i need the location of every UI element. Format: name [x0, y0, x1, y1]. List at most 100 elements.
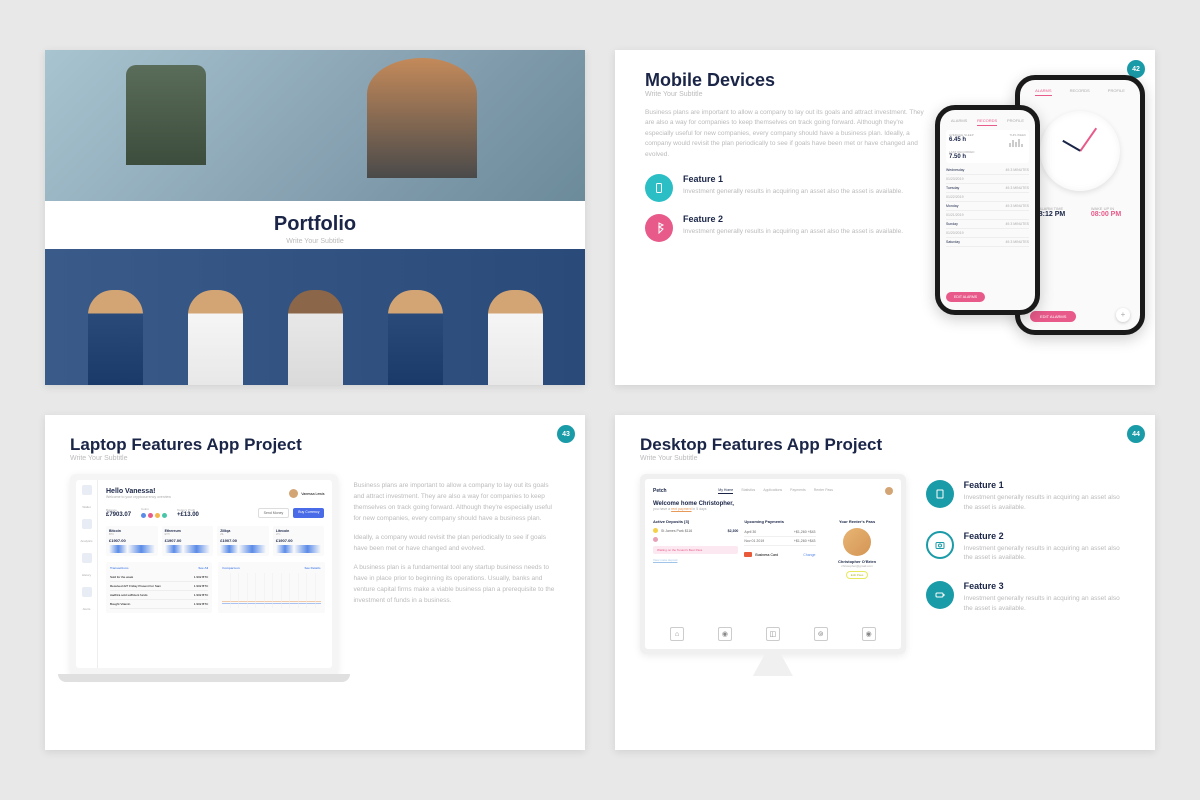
tab-renter-pass: Renter Pass	[814, 488, 833, 494]
body-paragraph: A business plan is a fundamental tool an…	[353, 562, 560, 606]
payments-column: Upcoming Payments April 30+$1,260 +$43 N…	[744, 519, 815, 579]
camera-icon: ◉	[718, 627, 732, 641]
slide-subtitle: Write Your Subtitle	[645, 91, 925, 98]
send-money-button: Send Money	[258, 508, 290, 518]
welcome-block: Welcome home Christopher, you have a ren…	[653, 501, 893, 511]
feature-body: Investment generally results in acquirin…	[683, 187, 903, 197]
coin-card: LitecoinLTC£1907.00	[273, 526, 325, 556]
renter-avatar	[843, 528, 871, 556]
sidebar: Wallet Analytics History Alerts	[76, 480, 98, 668]
body-paragraph: Ideally, a company would revisit the pla…	[353, 532, 560, 554]
avatar	[289, 489, 298, 498]
user-badge: Vanessa Lewis	[289, 488, 324, 499]
feature-item: Feature 1Investment generally results in…	[926, 480, 1130, 513]
tab-payments: Payments	[790, 488, 806, 494]
slide-laptop-features: 43 Laptop Features App Project Write You…	[45, 415, 585, 750]
tab-alarms: ALARMS	[1035, 88, 1051, 96]
desktop-mockup: Petch My Home Statistics Applications Pa…	[640, 474, 906, 654]
phone-mockups: ALARMS RECORDS PROFILE AVERAGE SLEEP 6.4…	[935, 70, 1135, 385]
toolbar-icons: ⌂ ◉ ◫ ⊚ ◉	[653, 619, 893, 641]
stat-value: 6.45 h	[949, 137, 974, 143]
slide-title: Laptop Features App Project	[70, 435, 338, 455]
phone-mockup-small: ALARMS RECORDS PROFILE AVERAGE SLEEP 6.4…	[935, 105, 1040, 315]
slide-title: Portfolio	[45, 213, 585, 236]
hero-image-bottom	[45, 249, 585, 385]
person-avatar	[488, 290, 543, 385]
laptop-mockup: Wallet Analytics History Alerts Hello Va…	[70, 474, 338, 674]
alerts-icon	[82, 587, 92, 597]
stat-card: AVERAGE SLEEP 6.45 h THIS WEEK LAST RECO…	[946, 130, 1029, 163]
feature-title: Feature 2	[683, 214, 903, 224]
tab-records: RECORDS	[1070, 88, 1090, 96]
slide-portfolio: Portfolio Write Your Subtitle	[45, 50, 585, 385]
profit-stat: Today's Profit +£13.00	[177, 508, 199, 518]
feature-item: Feature 2 Investment generally results i…	[645, 214, 925, 242]
features-column: Feature 1 Investment generally results in…	[926, 435, 1130, 730]
settings-icon: ⊚	[814, 627, 828, 641]
edit-alarms-button: EDIT ALARMS	[1030, 311, 1076, 322]
clock-icon	[1040, 111, 1120, 191]
feature-body: Investment generally results in acquirin…	[964, 594, 1130, 614]
content-column: Desktop Features App Project Write Your …	[640, 435, 906, 730]
page-number-badge: 43	[557, 425, 575, 443]
tab-records: RECORDS	[977, 118, 997, 126]
welcome-text: Welcome to your cryptocurrency overview	[106, 495, 171, 499]
slide-subtitle: Write Your Subtitle	[45, 238, 585, 245]
feature-text: Feature 1 Investment generally results i…	[683, 174, 903, 197]
tab-applications: Applications	[763, 488, 782, 494]
feature-title: Feature 1	[683, 174, 903, 184]
person-avatar	[88, 290, 143, 385]
person-avatar	[288, 290, 343, 385]
feature-text: Feature 2 Investment generally results i…	[683, 214, 903, 237]
slide-title: Mobile Devices	[645, 70, 925, 91]
person-avatar	[188, 290, 243, 385]
bluetooth-icon	[645, 214, 673, 242]
person-avatar	[388, 290, 443, 385]
coins-stat: Coins	[141, 507, 167, 518]
add-button: +	[1116, 308, 1130, 322]
content-column: Mobile Devices Write Your Subtitle Busin…	[645, 70, 935, 385]
home-icon: ⌂	[670, 627, 684, 641]
slide-subtitle: Write Your Subtitle	[70, 455, 338, 462]
battery-icon	[926, 581, 954, 609]
feature-title: Feature 2	[964, 531, 1130, 541]
feature-title: Feature 1	[964, 480, 1130, 490]
text-column: Business plans are important to allow a …	[353, 435, 560, 730]
stat-label: THIS WEEK	[1009, 133, 1026, 137]
camera-icon: ◉	[862, 627, 876, 641]
feature-item: Feature 2 Investment generally results in…	[926, 531, 1130, 564]
avatar	[885, 487, 893, 495]
buy-currency-button: Buy Currency	[293, 508, 324, 518]
feature-item: Feature 1 Investment generally results i…	[645, 174, 925, 202]
tab-my-home: My Home	[718, 488, 733, 494]
document-icon	[926, 480, 954, 508]
comparison-panel: ComparisonSee Details	[218, 562, 324, 613]
hero-image-top	[45, 50, 585, 201]
history-icon	[82, 553, 92, 563]
wake-time: WAKE UP IN 08:00 PM	[1091, 206, 1121, 218]
analytics-icon	[82, 519, 92, 529]
feature-title: Feature 3	[964, 581, 1130, 591]
renter-pass-column: Your Renter's Pass Christopher O'Brien c…	[822, 519, 893, 579]
tab-statistics: Statistics	[741, 488, 755, 494]
feature-item: Feature 3 Investment generally results in…	[926, 581, 1130, 614]
greeting: Hello Vanessa!	[106, 488, 171, 495]
title-band: Portfolio Write Your Subtitle	[45, 201, 585, 249]
transactions-panel: TransactionsSee All Sold for the week1.9…	[106, 562, 212, 613]
camera-icon	[926, 531, 954, 559]
feature-body: Investment generally results in acquirin…	[964, 544, 1130, 564]
phone-icon	[645, 174, 673, 202]
edit-alarms-button: EDIT ALARMS	[946, 292, 985, 302]
tab-profile: PROFILE	[1108, 88, 1125, 96]
slide-mobile-devices: 42 Mobile Devices Write Your Subtitle Bu…	[615, 50, 1155, 385]
records-list: Wednesday49.3 MINUTES 01/23/2019 Tuesday…	[946, 166, 1029, 247]
slide-title: Desktop Features App Project	[640, 435, 906, 455]
lock-icon: ◫	[766, 627, 780, 641]
coin-card: BitcoinBTC£1907.00	[106, 526, 158, 556]
tab-profile: PROFILE	[1007, 118, 1024, 126]
balance-stat: Balance £7903.07	[106, 508, 131, 518]
wallet-icon	[82, 485, 92, 495]
alarm-time: ALARM TIME 8:12 PM	[1039, 206, 1065, 218]
deposits-column: Active Deposits [3] St James Park $116$2…	[653, 519, 738, 579]
tab-alarms: ALARMS	[951, 118, 967, 126]
